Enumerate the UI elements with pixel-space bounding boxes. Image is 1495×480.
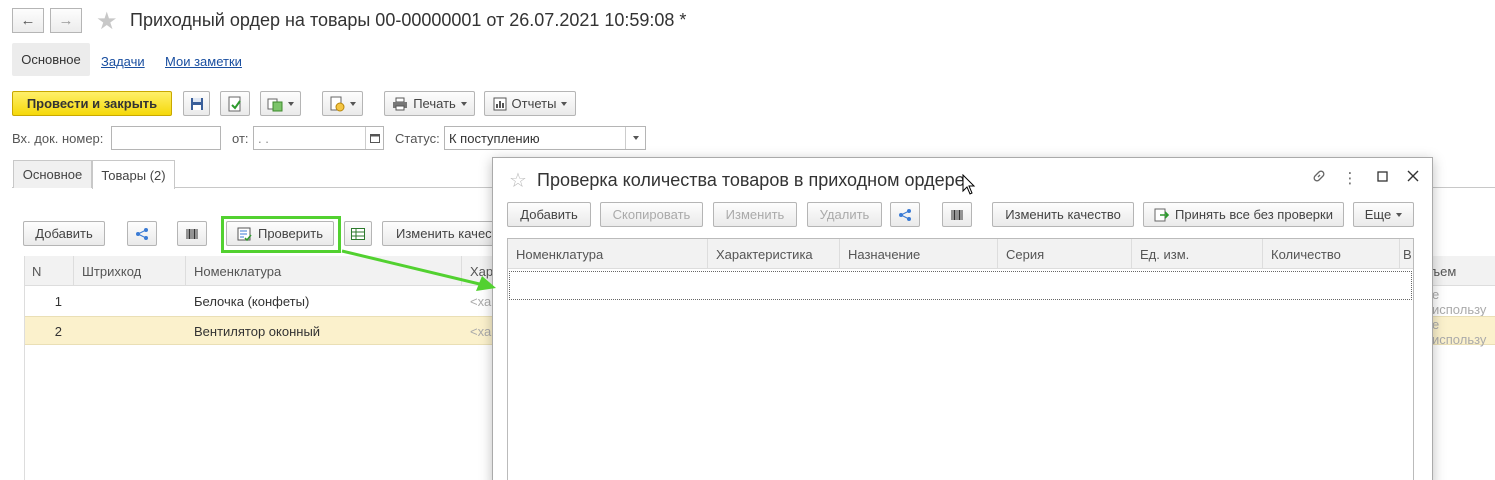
print-label: Печать (413, 96, 456, 111)
page-title: Приходный ордер на товары 00-00000001 от… (130, 10, 687, 30)
link-icon[interactable] (1310, 169, 1328, 187)
dialog-share-button[interactable] (890, 202, 920, 227)
date-label: от: (232, 131, 249, 146)
section-main[interactable]: Основное (12, 43, 90, 76)
section-tasks-link[interactable]: Задачи (101, 54, 145, 69)
col-volume[interactable]: ъем (1424, 256, 1495, 286)
chevron-down-icon (288, 101, 294, 106)
row-number: 2 (54, 324, 62, 339)
dcol-item[interactable]: Номенклатура (508, 239, 708, 269)
date-value: . . (258, 130, 269, 146)
dialog-change-quality-button[interactable]: Изменить качество (992, 202, 1134, 227)
back-button[interactable]: ← (12, 8, 44, 33)
copy-green-icon (267, 98, 283, 111)
document-clock-icon (330, 96, 345, 111)
dialog-table-header: Номенклатура Характеристика Назначение С… (508, 239, 1413, 269)
row-item: Вентилятор оконный (194, 324, 321, 339)
col-n[interactable]: N (24, 256, 74, 286)
row-number: 1 (54, 294, 62, 309)
status-label: Статус: (395, 131, 440, 146)
tab-goods[interactable]: Товары (2) (92, 160, 175, 189)
dialog-copy-button[interactable]: Скопировать (600, 202, 703, 227)
table-fill-icon (351, 227, 365, 240)
barcode-icon (186, 228, 198, 239)
status-value: К поступлению (449, 130, 540, 146)
share-icon (899, 208, 911, 221)
accept-arrow-icon (1154, 208, 1170, 221)
dcol-unit[interactable]: Ед. изм. (1132, 239, 1263, 269)
share-button[interactable] (127, 221, 157, 246)
tab-goods-label: Товары (2) (101, 167, 166, 183)
more-vert-icon[interactable]: ⋮ (1341, 169, 1359, 187)
dialog-more-button[interactable]: Еще (1353, 202, 1414, 227)
dialog-edit-button[interactable]: Изменить (713, 202, 797, 227)
row-char: <ха (470, 324, 492, 339)
check-label: Проверить (257, 226, 323, 241)
tab-main[interactable]: Основное (13, 160, 92, 188)
in-doc-number-label: Вх. док. номер: (12, 131, 104, 146)
post-and-close-button[interactable]: Провести и закрыть (12, 91, 172, 116)
arrow-right-icon: → (58, 12, 74, 29)
section-main-label: Основное (21, 52, 81, 67)
change-quality-button[interactable]: Изменить качест (382, 221, 498, 246)
structure-button[interactable] (322, 91, 363, 116)
star-icon[interactable]: ☆ (509, 168, 527, 193)
dcol-series[interactable]: Серия (998, 239, 1132, 269)
col-barcode[interactable]: Штрихкод (74, 256, 186, 286)
dcol-qty[interactable]: Количество (1263, 239, 1400, 269)
dialog-barcode-button[interactable] (942, 202, 972, 227)
calendar-icon[interactable] (365, 127, 383, 149)
maximize-icon[interactable] (1373, 169, 1391, 186)
dcol-char[interactable]: Характеристика (708, 239, 840, 269)
print-button[interactable]: Печать (384, 91, 475, 116)
row-tail: е использу (1432, 286, 1487, 317)
reports-button[interactable]: Отчеты (484, 91, 576, 116)
row-tail: е использу (1432, 316, 1487, 347)
row-char: <ха (470, 294, 492, 309)
chevron-down-icon[interactable] (625, 127, 645, 149)
dialog-title: Проверка количества товаров в приходном … (537, 170, 965, 190)
chevron-down-icon (561, 101, 568, 106)
check-quantity-dialog: ☆ Проверка количества товаров в приходно… (492, 157, 1433, 480)
create-based-on-button[interactable] (260, 91, 301, 116)
cursor-icon (962, 174, 976, 195)
tab-main-label: Основное (22, 167, 83, 182)
printer-icon (393, 97, 408, 110)
col-item[interactable]: Номенклатура (186, 256, 462, 286)
accept-all-button[interactable]: Принять все без проверки (1143, 202, 1344, 227)
dialog-add-button[interactable]: Добавить (507, 202, 591, 227)
forward-button[interactable]: → (50, 8, 82, 33)
dialog-table: Номенклатура Характеристика Назначение С… (507, 238, 1414, 480)
fill-button[interactable] (344, 221, 372, 246)
share-icon (136, 227, 148, 240)
chevron-down-icon (1396, 212, 1403, 217)
reports-label: Отчеты (511, 96, 557, 111)
barcode-button[interactable] (177, 221, 207, 246)
accept-all-label: Принять все без проверки (1175, 207, 1333, 222)
post-button[interactable] (220, 91, 250, 116)
barcode-icon (951, 209, 963, 220)
check-button[interactable]: Проверить (226, 221, 334, 246)
close-icon[interactable] (1404, 169, 1422, 186)
chevron-down-icon (460, 101, 467, 106)
more-label: Еще (1364, 207, 1392, 222)
post-document-icon (228, 96, 241, 111)
arrow-left-icon: ← (20, 12, 36, 29)
save-button[interactable] (183, 91, 210, 116)
star-icon[interactable]: ★ (96, 7, 118, 36)
dcol-purpose[interactable]: Назначение (840, 239, 998, 269)
report-icon (493, 97, 507, 110)
dialog-delete-button[interactable]: Удалить (807, 202, 882, 227)
status-select[interactable]: К поступлению (444, 126, 646, 150)
floppy-icon (190, 97, 203, 110)
date-field[interactable]: . . (253, 126, 384, 150)
checklist-icon (237, 227, 252, 241)
chevron-down-icon (350, 101, 356, 106)
goods-add-button[interactable]: Добавить (23, 221, 105, 246)
row-item: Белочка (конфеты) (194, 294, 310, 309)
section-notes-link[interactable]: Мои заметки (165, 54, 242, 69)
dcol-extra[interactable]: В (1400, 239, 1413, 269)
table-row[interactable] (509, 271, 1412, 300)
in-doc-number-field[interactable] (111, 126, 221, 150)
